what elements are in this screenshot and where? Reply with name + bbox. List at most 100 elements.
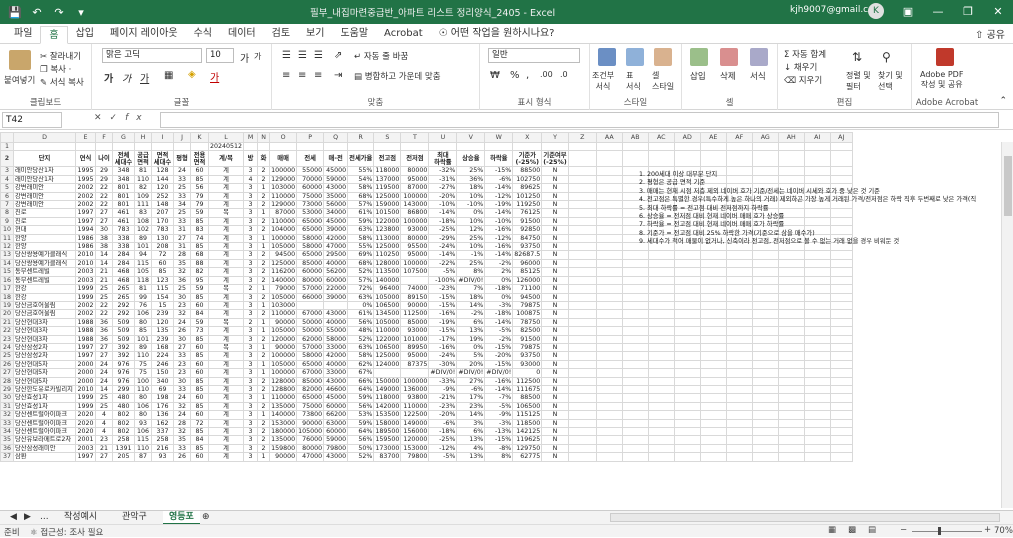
cell[interactable]: 계 — [207, 267, 245, 277]
cell[interactable]: 60000 — [323, 401, 349, 412]
column-title-cell[interactable]: 매매 — [269, 150, 298, 168]
cell[interactable]: -14% — [484, 384, 514, 395]
column-header[interactable]: G — [112, 132, 135, 143]
cell[interactable]: 45000 — [323, 393, 349, 403]
cell[interactable]: N — [541, 376, 569, 386]
cell[interactable] — [484, 141, 514, 152]
font-name-select[interactable]: 맑은 고딕 — [102, 48, 202, 63]
cell[interactable]: 802 — [112, 426, 135, 437]
cell[interactable]: 509 — [112, 334, 135, 344]
delete-cells-icon[interactable] — [720, 48, 738, 66]
cell[interactable]: 105000 — [296, 426, 325, 437]
cell[interactable] — [621, 267, 649, 277]
cell[interactable]: 135000 — [269, 401, 298, 412]
column-title-cell[interactable] — [751, 150, 779, 168]
cell[interactable]: 35000 — [323, 191, 349, 202]
scroll-thumb[interactable] — [1004, 156, 1012, 216]
cell[interactable] — [567, 359, 597, 370]
cell[interactable] — [725, 292, 753, 302]
cell[interactable]: 1997 — [75, 351, 96, 361]
cell[interactable]: 동부센트레빌 — [13, 267, 76, 277]
cell[interactable]: 3 — [243, 300, 259, 311]
cell[interactable]: 103000 — [269, 183, 298, 193]
cell[interactable]: 60000 — [296, 183, 325, 193]
cell[interactable] — [751, 410, 779, 420]
cell[interactable]: 337 — [151, 426, 174, 437]
cell[interactable]: 4 — [95, 410, 113, 420]
tab-4[interactable]: 수식 — [186, 25, 220, 43]
cell[interactable] — [803, 410, 831, 420]
sort-filter-icon[interactable]: ⇅ — [852, 50, 862, 64]
cell[interactable]: 80 — [134, 410, 152, 420]
cell[interactable] — [673, 359, 701, 370]
cell[interactable]: 6% — [456, 317, 486, 328]
cell[interactable]: 100000 — [269, 368, 298, 378]
cell[interactable] — [621, 284, 649, 294]
cell[interactable] — [347, 141, 375, 152]
cell[interactable]: 10% — [456, 242, 486, 252]
cell[interactable]: -20% — [428, 410, 458, 420]
cell[interactable] — [595, 384, 623, 395]
cell[interactable]: 208 — [151, 242, 174, 252]
cell[interactable] — [673, 401, 701, 412]
cell[interactable]: 3 — [243, 342, 259, 353]
cell[interactable]: 14% — [456, 300, 486, 311]
cell[interactable] — [567, 401, 597, 412]
cell[interactable]: 102 — [134, 225, 152, 235]
cell[interactable] — [751, 426, 779, 437]
cell[interactable] — [725, 368, 753, 378]
cell[interactable]: 2002 — [75, 191, 96, 202]
cell[interactable]: 26 — [173, 452, 191, 462]
cell[interactable]: 128800 — [269, 384, 298, 395]
cell[interactable]: 85 — [190, 384, 209, 395]
cell[interactable]: -32% — [428, 166, 458, 176]
cell[interactable]: 67% — [347, 368, 375, 378]
cell[interactable]: 68% — [347, 258, 375, 269]
cell[interactable]: 당산삼성래미안 — [13, 443, 76, 454]
cell[interactable]: 46600 — [323, 384, 349, 395]
cell[interactable]: -22% — [428, 258, 458, 269]
vertical-scrollbar[interactable] — [1001, 142, 1013, 508]
cell[interactable]: 59000 — [323, 174, 349, 185]
cell[interactable] — [803, 317, 831, 328]
cell[interactable]: 43000 — [323, 309, 349, 319]
ribbon-display-icon[interactable]: ▣ — [893, 0, 923, 24]
cell[interactable] — [673, 452, 701, 462]
cell[interactable]: 118 — [134, 275, 152, 286]
cell[interactable]: 79800 — [323, 443, 349, 454]
cell[interactable]: 60 — [190, 342, 209, 353]
cell[interactable]: 123800 — [373, 225, 402, 235]
column-title-cell[interactable]: 방 — [243, 150, 259, 168]
cell[interactable]: 복 — [207, 317, 245, 328]
column-header[interactable]: R — [347, 132, 375, 143]
cell[interactable]: 480 — [112, 393, 135, 403]
cell[interactable] — [647, 393, 675, 403]
cell[interactable]: 62775 — [512, 452, 543, 462]
cell[interactable]: 802 — [112, 410, 135, 420]
cell[interactable]: 27 — [173, 233, 191, 244]
cell[interactable]: -12% — [484, 191, 514, 202]
cell[interactable] — [725, 426, 753, 437]
cell[interactable]: 27 — [95, 208, 113, 218]
cell[interactable]: 101 — [134, 242, 152, 252]
cell[interactable]: N — [541, 393, 569, 403]
cell[interactable]: -24% — [428, 242, 458, 252]
cell[interactable] — [595, 393, 623, 403]
cell[interactable] — [803, 216, 831, 227]
cell[interactable] — [595, 233, 623, 244]
row-header[interactable]: 37 — [0, 452, 14, 462]
cell[interactable]: 112500 — [512, 376, 543, 386]
cell[interactable]: 84 — [190, 309, 209, 319]
cell[interactable]: 4 — [243, 174, 259, 185]
cell[interactable] — [373, 368, 402, 378]
cell[interactable]: 105000 — [373, 292, 402, 302]
cell[interactable]: 81 — [134, 284, 152, 294]
cell[interactable]: 32 — [173, 309, 191, 319]
cell[interactable]: 216 — [151, 443, 174, 454]
cell[interactable]: 54% — [347, 174, 375, 185]
cell[interactable]: 180000 — [269, 426, 298, 437]
cell[interactable]: 122000 — [373, 334, 402, 344]
cell[interactable]: 149000 — [400, 418, 430, 429]
cell[interactable]: 1 — [257, 300, 271, 311]
cell[interactable]: 22 — [95, 309, 113, 319]
